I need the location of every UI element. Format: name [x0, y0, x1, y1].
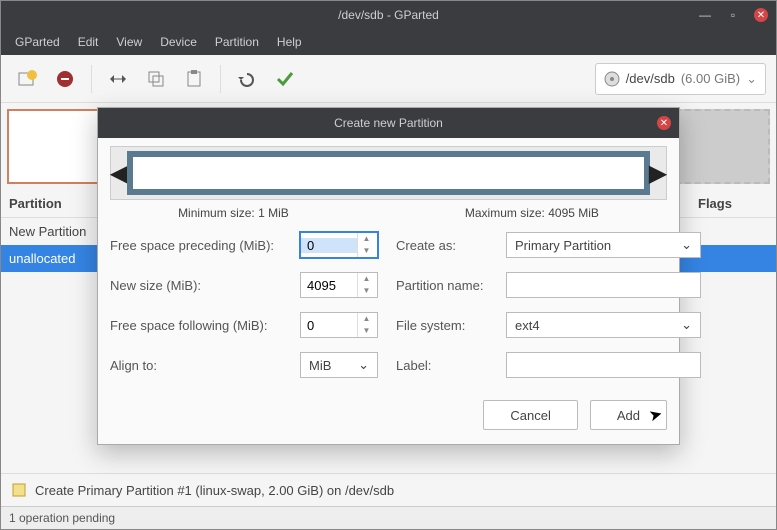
minimize-icon[interactable]: — [698, 8, 712, 22]
titlebar: /dev/sdb - GParted — ▫ ✕ [1, 1, 776, 29]
device-selector[interactable]: /dev/sdb (6.00 GiB) ⌄ [595, 63, 766, 95]
create-as-label: Create as: [396, 238, 506, 253]
align-to-select[interactable]: MiB ⌄ [300, 352, 378, 378]
free-following-label: Free space following (MiB): [110, 318, 300, 333]
file-system-label: File system: [396, 318, 506, 333]
maximum-size: Maximum size: 4095 MiB [465, 206, 599, 220]
file-system-select[interactable]: ext4 ⌄ [506, 312, 701, 338]
new-size-input[interactable]: ▲▼ [300, 272, 378, 298]
partition-name-label: Partition name: [396, 278, 506, 293]
chevron-down-icon: ⌄ [681, 237, 692, 253]
chevron-down-icon: ⌄ [681, 317, 692, 333]
apply-button[interactable] [269, 63, 301, 95]
label-label: Label: [396, 358, 506, 373]
menu-device[interactable]: Device [152, 31, 205, 53]
paste-button[interactable] [178, 63, 210, 95]
spin-down-icon[interactable]: ▼ [358, 245, 375, 257]
free-following-input[interactable]: ▲▼ [300, 312, 378, 338]
label-input[interactable] [506, 352, 701, 378]
create-partition-dialog: Create new Partition ✕ ◀ ▶ Minimum size:… [97, 107, 680, 445]
resize-left-icon[interactable]: ◀ [111, 159, 127, 188]
partition-preview-block[interactable] [127, 151, 650, 195]
cancel-button[interactable]: Cancel [483, 400, 577, 430]
free-preceding-input[interactable]: ▲▼ [300, 232, 378, 258]
menu-gparted[interactable]: GParted [7, 31, 68, 53]
minimum-size: Minimum size: 1 MiB [178, 206, 289, 220]
menu-edit[interactable]: Edit [70, 31, 107, 53]
menubar: GParted Edit View Device Partition Help [1, 29, 776, 55]
statusbar: 1 operation pending [1, 506, 776, 529]
resize-right-icon[interactable]: ▶ [650, 159, 666, 188]
spin-up-icon[interactable]: ▲ [358, 313, 375, 325]
create-as-select[interactable]: Primary Partition ⌄ [506, 232, 701, 258]
resize-button[interactable] [102, 63, 134, 95]
spin-up-icon[interactable]: ▲ [358, 233, 375, 245]
spin-down-icon[interactable]: ▼ [358, 325, 375, 337]
undo-button[interactable] [231, 63, 263, 95]
spin-up-icon[interactable]: ▲ [358, 273, 375, 285]
spin-down-icon[interactable]: ▼ [358, 285, 375, 297]
new-size-label: New size (MiB): [110, 278, 300, 293]
maximize-icon[interactable]: ▫ [726, 8, 740, 22]
partition-preview[interactable]: ◀ ▶ [110, 146, 667, 200]
disk-icon [604, 71, 620, 87]
dialog-titlebar: Create new Partition ✕ [98, 108, 679, 138]
menu-partition[interactable]: Partition [207, 31, 267, 53]
delete-button[interactable] [49, 63, 81, 95]
device-size: (6.00 GiB) [681, 71, 740, 86]
device-path: /dev/sdb [626, 71, 675, 86]
menu-view[interactable]: View [108, 31, 150, 53]
toolbar: /dev/sdb (6.00 GiB) ⌄ [1, 55, 776, 103]
new-partition-button[interactable] [11, 63, 43, 95]
pending-text: Create Primary Partition #1 (linux-swap,… [35, 483, 394, 498]
menu-help[interactable]: Help [269, 31, 310, 53]
dialog-close-icon[interactable]: ✕ [657, 116, 671, 130]
align-to-label: Align to: [110, 358, 300, 373]
chevron-down-icon: ⌄ [746, 71, 757, 87]
free-preceding-label: Free space preceding (MiB): [110, 238, 300, 253]
partition-name-input[interactable] [506, 272, 701, 298]
dialog-title: Create new Partition [334, 116, 443, 130]
pending-operations: Create Primary Partition #1 (linux-swap,… [1, 473, 776, 506]
close-icon[interactable]: ✕ [754, 8, 768, 22]
copy-button[interactable] [140, 63, 172, 95]
col-flags[interactable]: Flags [698, 196, 768, 211]
chevron-down-icon: ⌄ [358, 357, 369, 373]
note-icon [11, 482, 27, 498]
window-title: /dev/sdb - GParted [338, 8, 439, 22]
